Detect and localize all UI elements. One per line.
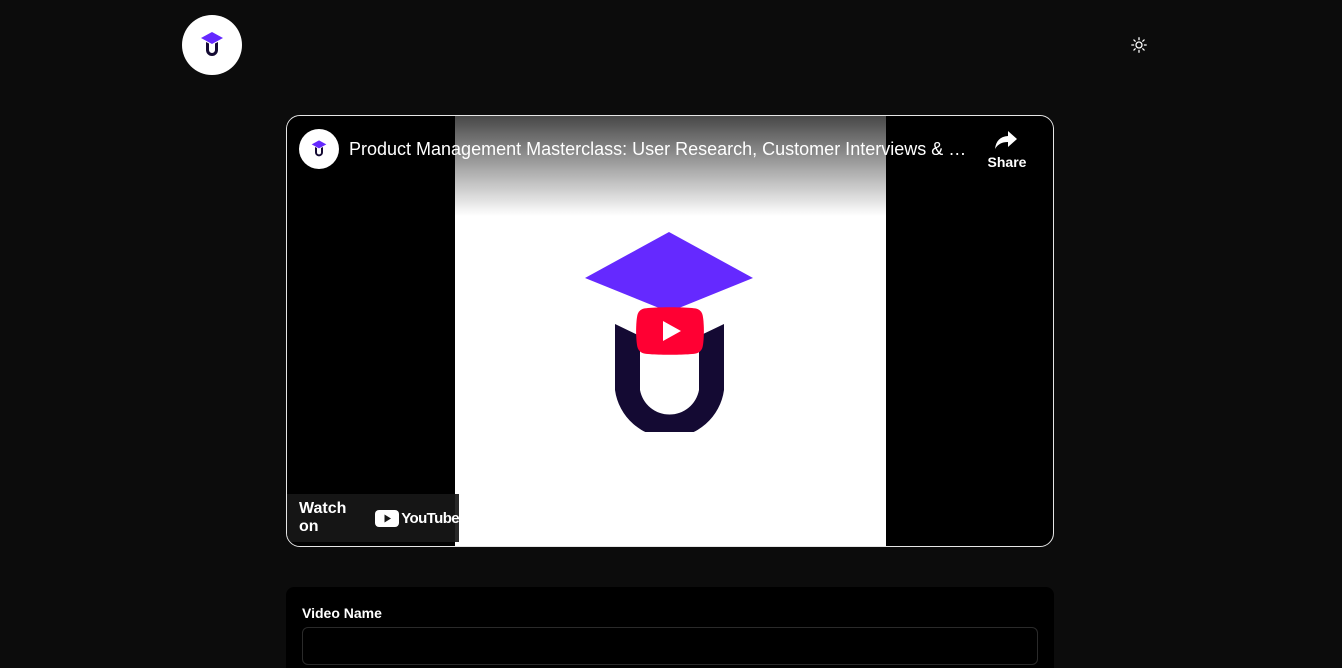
youtube-play-icon[interactable] — [636, 307, 704, 355]
watch-on-label: Watch on — [299, 500, 347, 535]
channel-avatar[interactable] — [299, 129, 339, 169]
graduation-cap-logo-icon — [201, 32, 223, 56]
video-name-label: Video Name — [302, 605, 382, 621]
youtube-logo-icon — [375, 509, 400, 527]
top-gradient-overlay — [287, 116, 1053, 216]
youtube-logo: YouTube — [375, 509, 460, 527]
share-label: Share — [987, 154, 1027, 170]
sun-icon — [1131, 37, 1147, 53]
video-form-card: Video Name — [286, 587, 1054, 668]
app-logo[interactable] — [182, 15, 242, 75]
share-button[interactable]: Share — [979, 128, 1035, 178]
share-arrow-icon — [995, 131, 1017, 149]
graduation-cap-avatar-icon — [311, 140, 327, 157]
page: Product Management Masterclass: User Res… — [0, 0, 1342, 668]
watch-on-youtube-button[interactable]: Watch on YouTube — [287, 494, 460, 542]
video-embed[interactable]: Product Management Masterclass: User Res… — [286, 115, 1054, 547]
video-name-input[interactable] — [302, 627, 1038, 665]
theme-toggle-button[interactable] — [1128, 34, 1150, 56]
video-title[interactable]: Product Management Masterclass: User Res… — [349, 137, 969, 161]
youtube-wordmark: YouTube — [401, 509, 459, 527]
